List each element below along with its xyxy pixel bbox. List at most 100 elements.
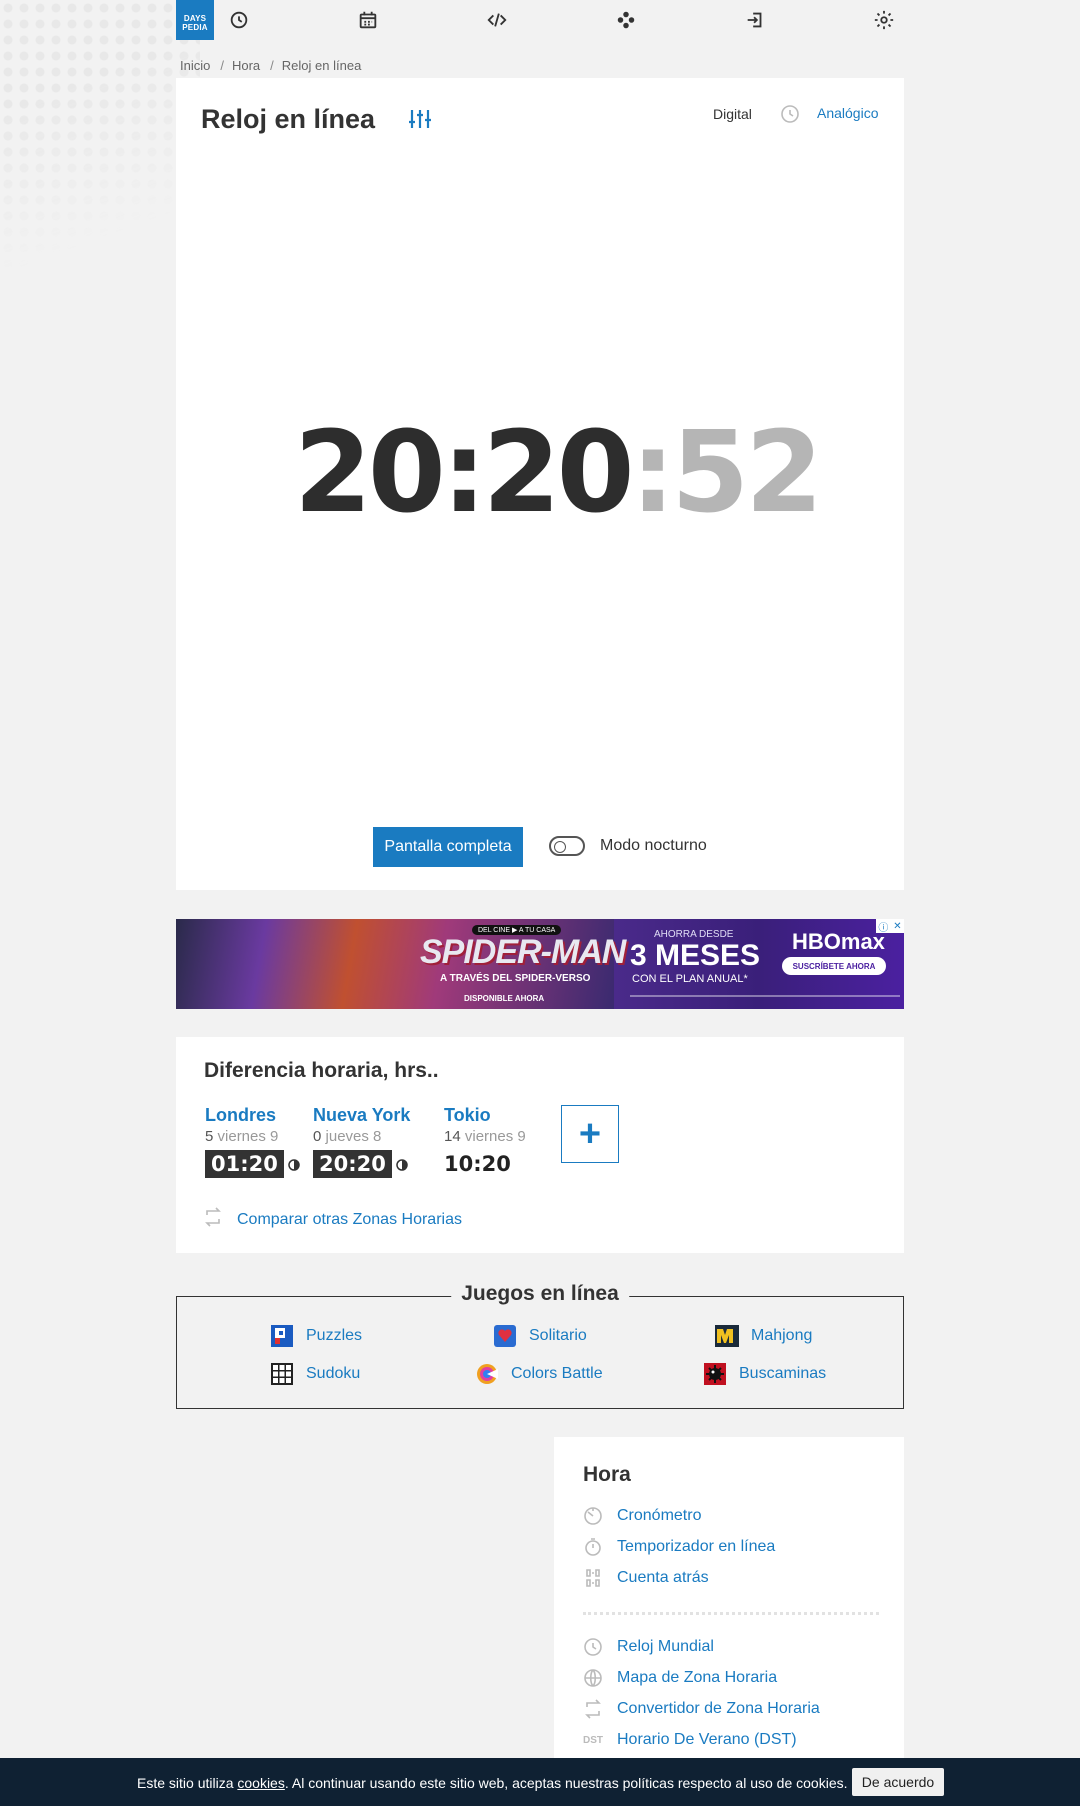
ad-meses: 3 MESES — [630, 939, 761, 972]
city-day: jueves 8 — [325, 1128, 382, 1145]
game-sudoku[interactable]: Sudoku — [270, 1362, 360, 1386]
city-offset: 14 — [444, 1128, 461, 1145]
city-name[interactable]: Nueva York — [313, 1105, 410, 1126]
ad-plan: CON EL PLAN ANUAL* — [632, 973, 748, 985]
time-difference-card: Diferencia horaria, hrs.. Londres 5 vier… — [176, 1037, 904, 1253]
sudoku-icon — [270, 1362, 294, 1386]
city-tokyo: Tokio 14 viernes 9 10:20 — [444, 1105, 526, 1178]
stopwatch-icon — [583, 1506, 603, 1526]
link-label: Reloj Mundial — [617, 1638, 714, 1655]
night-mode-toggle[interactable] — [549, 836, 585, 856]
analog-clock-icon[interactable] — [780, 104, 800, 129]
game-label: Buscaminas — [739, 1365, 827, 1382]
calendar-icon[interactable] — [356, 8, 380, 32]
breadcrumb-item-current: Reloj en línea — [281, 58, 362, 73]
link-label: Cuenta atrás — [617, 1569, 709, 1586]
ad-cta-button[interactable]: SUSCRÍBETE AHORA — [782, 957, 886, 975]
city-time: 01:20 — [205, 1150, 284, 1178]
cookie-text: Este sitio utiliza cookies. Al continuar… — [137, 1775, 848, 1791]
logo-line2: PEDIA — [182, 23, 208, 32]
background-dots — [0, 0, 200, 300]
compare-timezones-link[interactable]: Comparar otras Zonas Horarias — [203, 1207, 462, 1232]
breadcrumb: Inicio / Hora / Reloj en línea — [180, 58, 361, 73]
city-name[interactable]: Tokio — [444, 1105, 526, 1126]
link-mapa-zona[interactable]: Mapa de Zona Horaria — [583, 1668, 777, 1688]
game-puzzles[interactable]: Puzzles — [270, 1324, 362, 1348]
link-label: Mapa de Zona Horaria — [617, 1669, 778, 1686]
game-colors-battle[interactable]: Colors Battle — [475, 1362, 603, 1386]
cookie-bar: Este sitio utiliza cookies. Al continuar… — [0, 1758, 1080, 1806]
cookies-link[interactable]: cookies — [237, 1775, 284, 1791]
dst-icon: DST — [583, 1734, 603, 1746]
ad-available: DISPONIBLE AHORA — [464, 994, 545, 1003]
game-minesweeper[interactable]: Buscaminas — [703, 1362, 826, 1386]
fullscreen-button[interactable]: Pantalla completa — [373, 827, 523, 867]
mode-analog-tab[interactable]: Analógico — [817, 105, 879, 121]
digital-clock-display: 20:20:52 — [294, 408, 824, 538]
code-icon[interactable] — [485, 8, 509, 32]
half-moon-icon — [288, 1158, 300, 1176]
game-label: Colors Battle — [511, 1365, 603, 1382]
ad-brand-logo: HBOmax — [792, 929, 885, 954]
games-icon[interactable] — [614, 8, 638, 32]
night-mode-label: Modo nocturno — [600, 837, 707, 854]
city-name[interactable]: Londres — [205, 1105, 300, 1126]
game-mahjong[interactable]: Mahjong — [715, 1324, 812, 1348]
advertisement-banner[interactable]: DEL CINE ▶ A TU CASA SPIDER-MAN A TRAVÉS… — [176, 919, 904, 1009]
games-title: Juegos en línea — [451, 1282, 629, 1306]
link-label: Temporizador en línea — [617, 1538, 776, 1555]
puzzles-icon — [270, 1324, 294, 1348]
online-games-box: Juegos en línea Puzzles Solitario Mahjon… — [176, 1282, 904, 1409]
game-label: Solitario — [529, 1327, 587, 1344]
city-meta: 0 jueves 8 — [313, 1128, 410, 1145]
site-logo[interactable]: DAYS PEDIA — [176, 0, 214, 40]
city-offset: 0 — [313, 1128, 322, 1145]
convert-icon — [583, 1699, 603, 1719]
settings-sliders-icon[interactable] — [408, 108, 432, 135]
countdown-icon — [583, 1568, 603, 1588]
login-icon[interactable] — [743, 8, 767, 32]
link-cuenta-atras[interactable]: Cuenta atrás — [583, 1568, 709, 1588]
mode-digital-tab[interactable]: Digital — [713, 106, 752, 122]
close-icon[interactable]: ✕ — [893, 921, 901, 932]
ad-info-icon[interactable]: ⓘ — [878, 919, 888, 934]
ad-fine-print — [630, 995, 900, 997]
link-label: Horario De Verano (DST) — [617, 1731, 797, 1748]
cookie-text-after: . Al continuar usando este sitio web, ac… — [284, 1775, 848, 1791]
gear-icon[interactable] — [872, 8, 896, 32]
city-time: 20:20 — [313, 1150, 392, 1178]
ad-title: SPIDER-MAN — [420, 933, 626, 971]
link-temporizador[interactable]: Temporizador en línea — [583, 1537, 775, 1557]
clock-hours-minutes: 20:20 — [294, 408, 635, 538]
link-label: Cronómetro — [617, 1507, 702, 1524]
colors-battle-icon — [475, 1362, 499, 1386]
city-day: viernes 9 — [217, 1128, 279, 1145]
link-reloj-mundial[interactable]: Reloj Mundial — [583, 1637, 714, 1657]
clock-card: Reloj en línea Digital Analógico 20:20:5… — [176, 78, 904, 890]
hora-title: Hora — [583, 1463, 631, 1486]
link-dst[interactable]: DST Horario De Verano (DST) — [583, 1730, 797, 1750]
clock-icon[interactable] — [227, 8, 251, 32]
mahjong-icon — [715, 1324, 739, 1348]
city-time: 10:20 — [444, 1152, 511, 1176]
link-cronometro[interactable]: Cronómetro — [583, 1506, 701, 1526]
link-label: Convertidor de Zona Horaria — [617, 1700, 820, 1717]
city-day: viernes 9 — [464, 1128, 526, 1145]
add-city-button[interactable]: + — [561, 1105, 619, 1163]
link-convertidor[interactable]: Convertidor de Zona Horaria — [583, 1699, 820, 1719]
minesweeper-icon — [703, 1362, 727, 1386]
ad-close-icon[interactable]: ⓘ ✕ — [876, 919, 904, 934]
city-offset: 5 — [205, 1128, 214, 1145]
clock-seconds: :52 — [630, 408, 824, 538]
game-solitaire[interactable]: Solitario — [493, 1324, 587, 1348]
breadcrumb-item-inicio[interactable]: Inicio — [180, 58, 210, 73]
game-label: Puzzles — [306, 1327, 363, 1344]
city-meta: 5 viernes 9 — [205, 1128, 300, 1145]
breadcrumb-item-hora[interactable]: Hora — [232, 58, 260, 73]
time-difference-title: Diferencia horaria, hrs.. — [204, 1059, 439, 1082]
city-new-york: Nueva York 0 jueves 8 20:20 — [313, 1105, 410, 1178]
convert-icon — [203, 1207, 223, 1232]
cookie-accept-button[interactable]: De acuerdo — [852, 1768, 944, 1796]
globe-icon — [583, 1668, 603, 1688]
timer-icon — [583, 1537, 603, 1557]
